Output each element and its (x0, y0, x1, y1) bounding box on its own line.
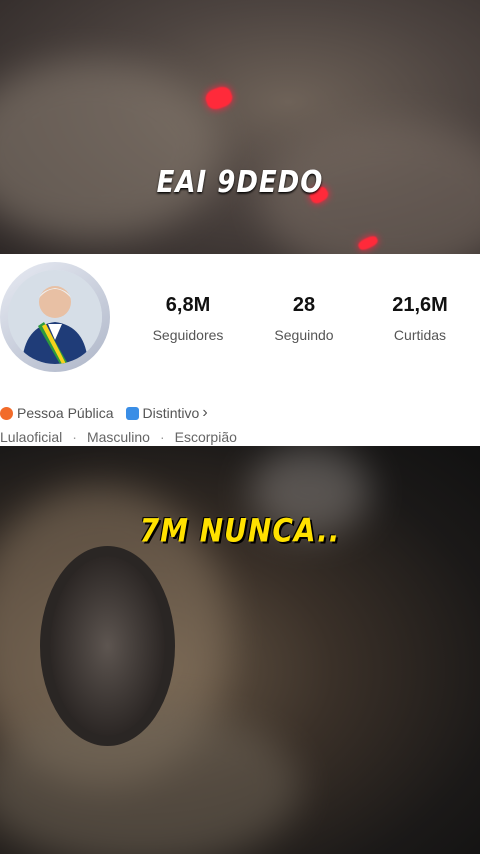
following-count: 28 (292, 294, 316, 316)
top-video-frame (0, 0, 480, 255)
public-figure-label: Pessoa Pública (17, 405, 114, 421)
stat-following[interactable]: 28 Seguindo (246, 294, 362, 343)
profile-stats: 6,8M Seguidores 28 Seguindo 21,6M Curtid… (130, 294, 480, 343)
badge-label: Distintivo (142, 405, 200, 421)
username: Lulaoficial (0, 429, 63, 445)
person-portrait-icon (8, 270, 102, 364)
stat-likes[interactable]: 21,6M Curtidas (362, 294, 478, 343)
caption-top: EAI 9DEDO (156, 165, 324, 201)
profile-meta: Lulaoficial · Masculino · Escorpião (0, 429, 237, 445)
avatar (8, 270, 102, 364)
followers-label: Seguidores (152, 327, 224, 343)
red-spark (203, 84, 235, 112)
smoke-cloud (0, 60, 220, 240)
stat-followers[interactable]: 6,8M Seguidores (130, 294, 246, 343)
likes-label: Curtidas (393, 327, 447, 343)
separator: · (72, 429, 77, 445)
badge-link[interactable]: Distintivo › (125, 404, 208, 422)
likes-count: 21,6M (392, 294, 448, 316)
gender: Masculino (86, 429, 150, 445)
caption-bottom: 7M NUNCA.. (139, 511, 341, 550)
profile-card: 6,8M Seguidores 28 Seguindo 21,6M Curtid… (0, 254, 480, 446)
profile-tags: Pessoa Pública Distintivo › (0, 404, 208, 422)
zodiac-sign: Escorpião (174, 429, 237, 445)
following-label: Seguindo (274, 327, 334, 343)
chevron-right-icon: › (202, 404, 208, 421)
verified-check-icon (0, 406, 13, 420)
avatar-frame[interactable] (0, 262, 110, 372)
badge-icon (125, 406, 139, 420)
smoke-cloud (0, 706, 300, 854)
separator: · (159, 429, 165, 445)
bottom-video-frame (0, 446, 480, 854)
car-wheel (40, 546, 175, 746)
followers-count: 6,8M (165, 294, 211, 316)
